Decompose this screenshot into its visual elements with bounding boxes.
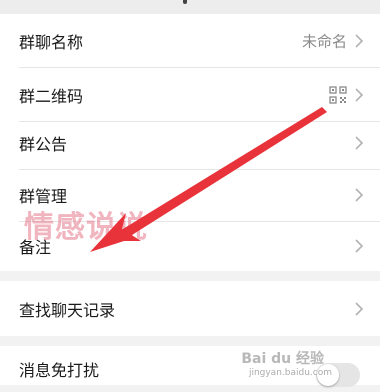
group-name-value: 未命名	[301, 32, 347, 51]
announcement-label: 群公告	[19, 135, 68, 154]
qr-code-icon	[329, 86, 347, 104]
group-name-label: 群聊名称	[19, 33, 84, 52]
status-indicator	[183, 0, 187, 4]
chevron-right-icon	[355, 188, 364, 202]
baidu-url: jingyan.baidu.com	[248, 368, 332, 378]
chevron-right-icon	[355, 88, 364, 102]
search-history-label: 查找聊天记录	[19, 300, 116, 320]
chevron-right-icon	[355, 239, 364, 253]
watermark-text: 情感说说	[24, 210, 148, 245]
settings-group-search: 查找聊天记录	[0, 281, 380, 336]
row-search-history[interactable]: 查找聊天记录	[0, 281, 380, 336]
chevron-right-icon	[355, 34, 364, 48]
baidu-watermark: Bai du 经验	[241, 351, 324, 367]
chevron-right-icon	[355, 136, 364, 150]
row-announcement[interactable]: 群公告	[0, 116, 380, 170]
mute-label: 消息免打扰	[19, 361, 100, 380]
chevron-right-icon	[355, 301, 364, 316]
row-group-name[interactable]: 群聊名称 未命名	[0, 14, 380, 68]
group-qr-label: 群二维码	[19, 87, 84, 106]
top-bar-remnant	[0, 0, 380, 14]
row-group-qr[interactable]: 群二维码	[0, 68, 380, 122]
